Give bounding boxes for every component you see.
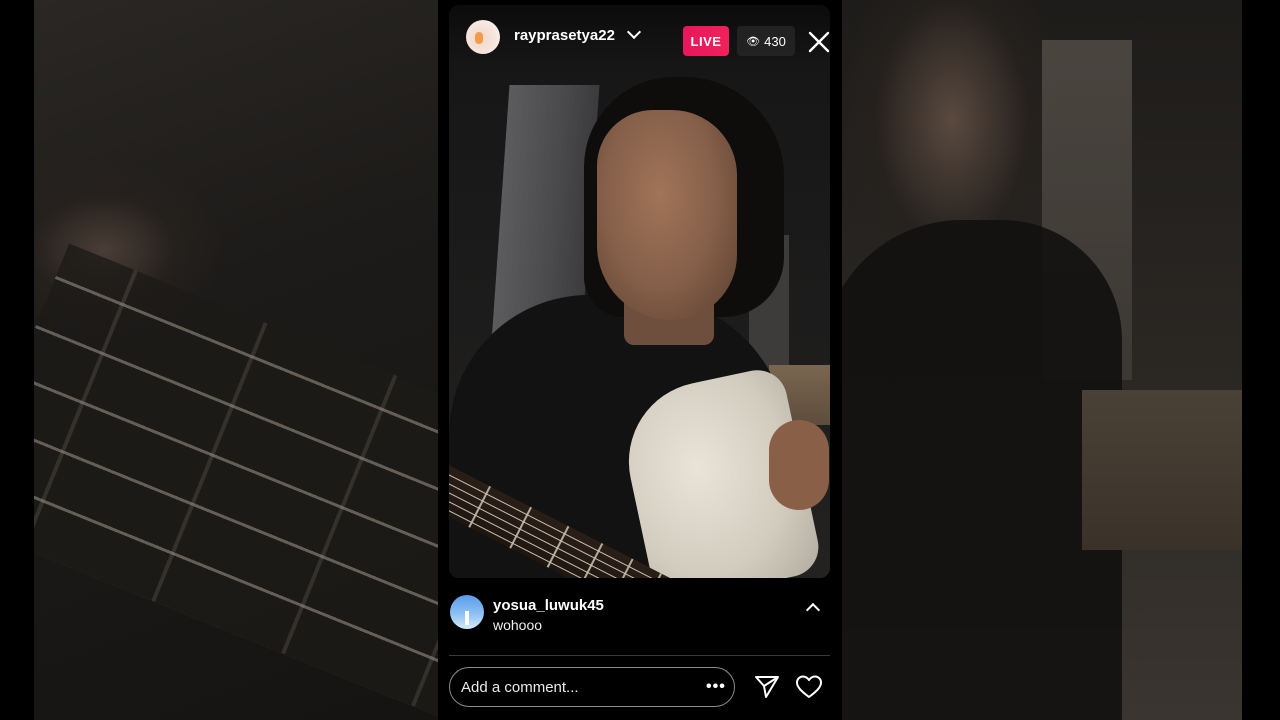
host-avatar[interactable] xyxy=(466,20,500,54)
live-video[interactable] xyxy=(449,5,830,578)
blurred-background-left xyxy=(34,0,438,720)
heart-icon[interactable] xyxy=(795,674,823,700)
live-stream-panel: rayprasetya22 LIVE 👁 430 yosua_luwuk45 w… xyxy=(438,0,842,720)
background-bass-strings xyxy=(34,243,438,717)
comment-text: wohooo xyxy=(493,617,543,633)
live-header: rayprasetya22 LIVE 👁 430 xyxy=(449,5,830,69)
video-person-face xyxy=(597,110,737,320)
blurred-background-right xyxy=(842,0,1242,720)
commenter-avatar[interactable] xyxy=(450,595,484,629)
host-username[interactable]: rayprasetya22 xyxy=(514,27,615,44)
close-icon[interactable] xyxy=(807,30,831,54)
comment-input-placeholder: Add a comment... xyxy=(461,679,579,696)
eye-icon: 👁 xyxy=(746,35,761,48)
viewer-count: 430 xyxy=(764,33,786,49)
divider xyxy=(449,655,830,656)
chevron-down-icon[interactable] xyxy=(626,24,642,40)
comment-item: yosua_luwuk45 wohooo xyxy=(449,592,830,642)
chevron-up-icon[interactable] xyxy=(805,602,821,618)
send-icon[interactable] xyxy=(753,674,781,700)
comment-input[interactable]: Add a comment... ••• xyxy=(449,667,735,707)
live-badge: LIVE xyxy=(683,26,729,56)
background-shirt xyxy=(842,220,1122,720)
background-wood xyxy=(1082,390,1242,550)
viewer-count-badge[interactable]: 👁 430 xyxy=(737,26,795,56)
video-hand xyxy=(769,420,829,510)
commenter-username[interactable]: yosua_luwuk45 xyxy=(493,597,604,614)
more-icon[interactable]: ••• xyxy=(706,678,726,696)
